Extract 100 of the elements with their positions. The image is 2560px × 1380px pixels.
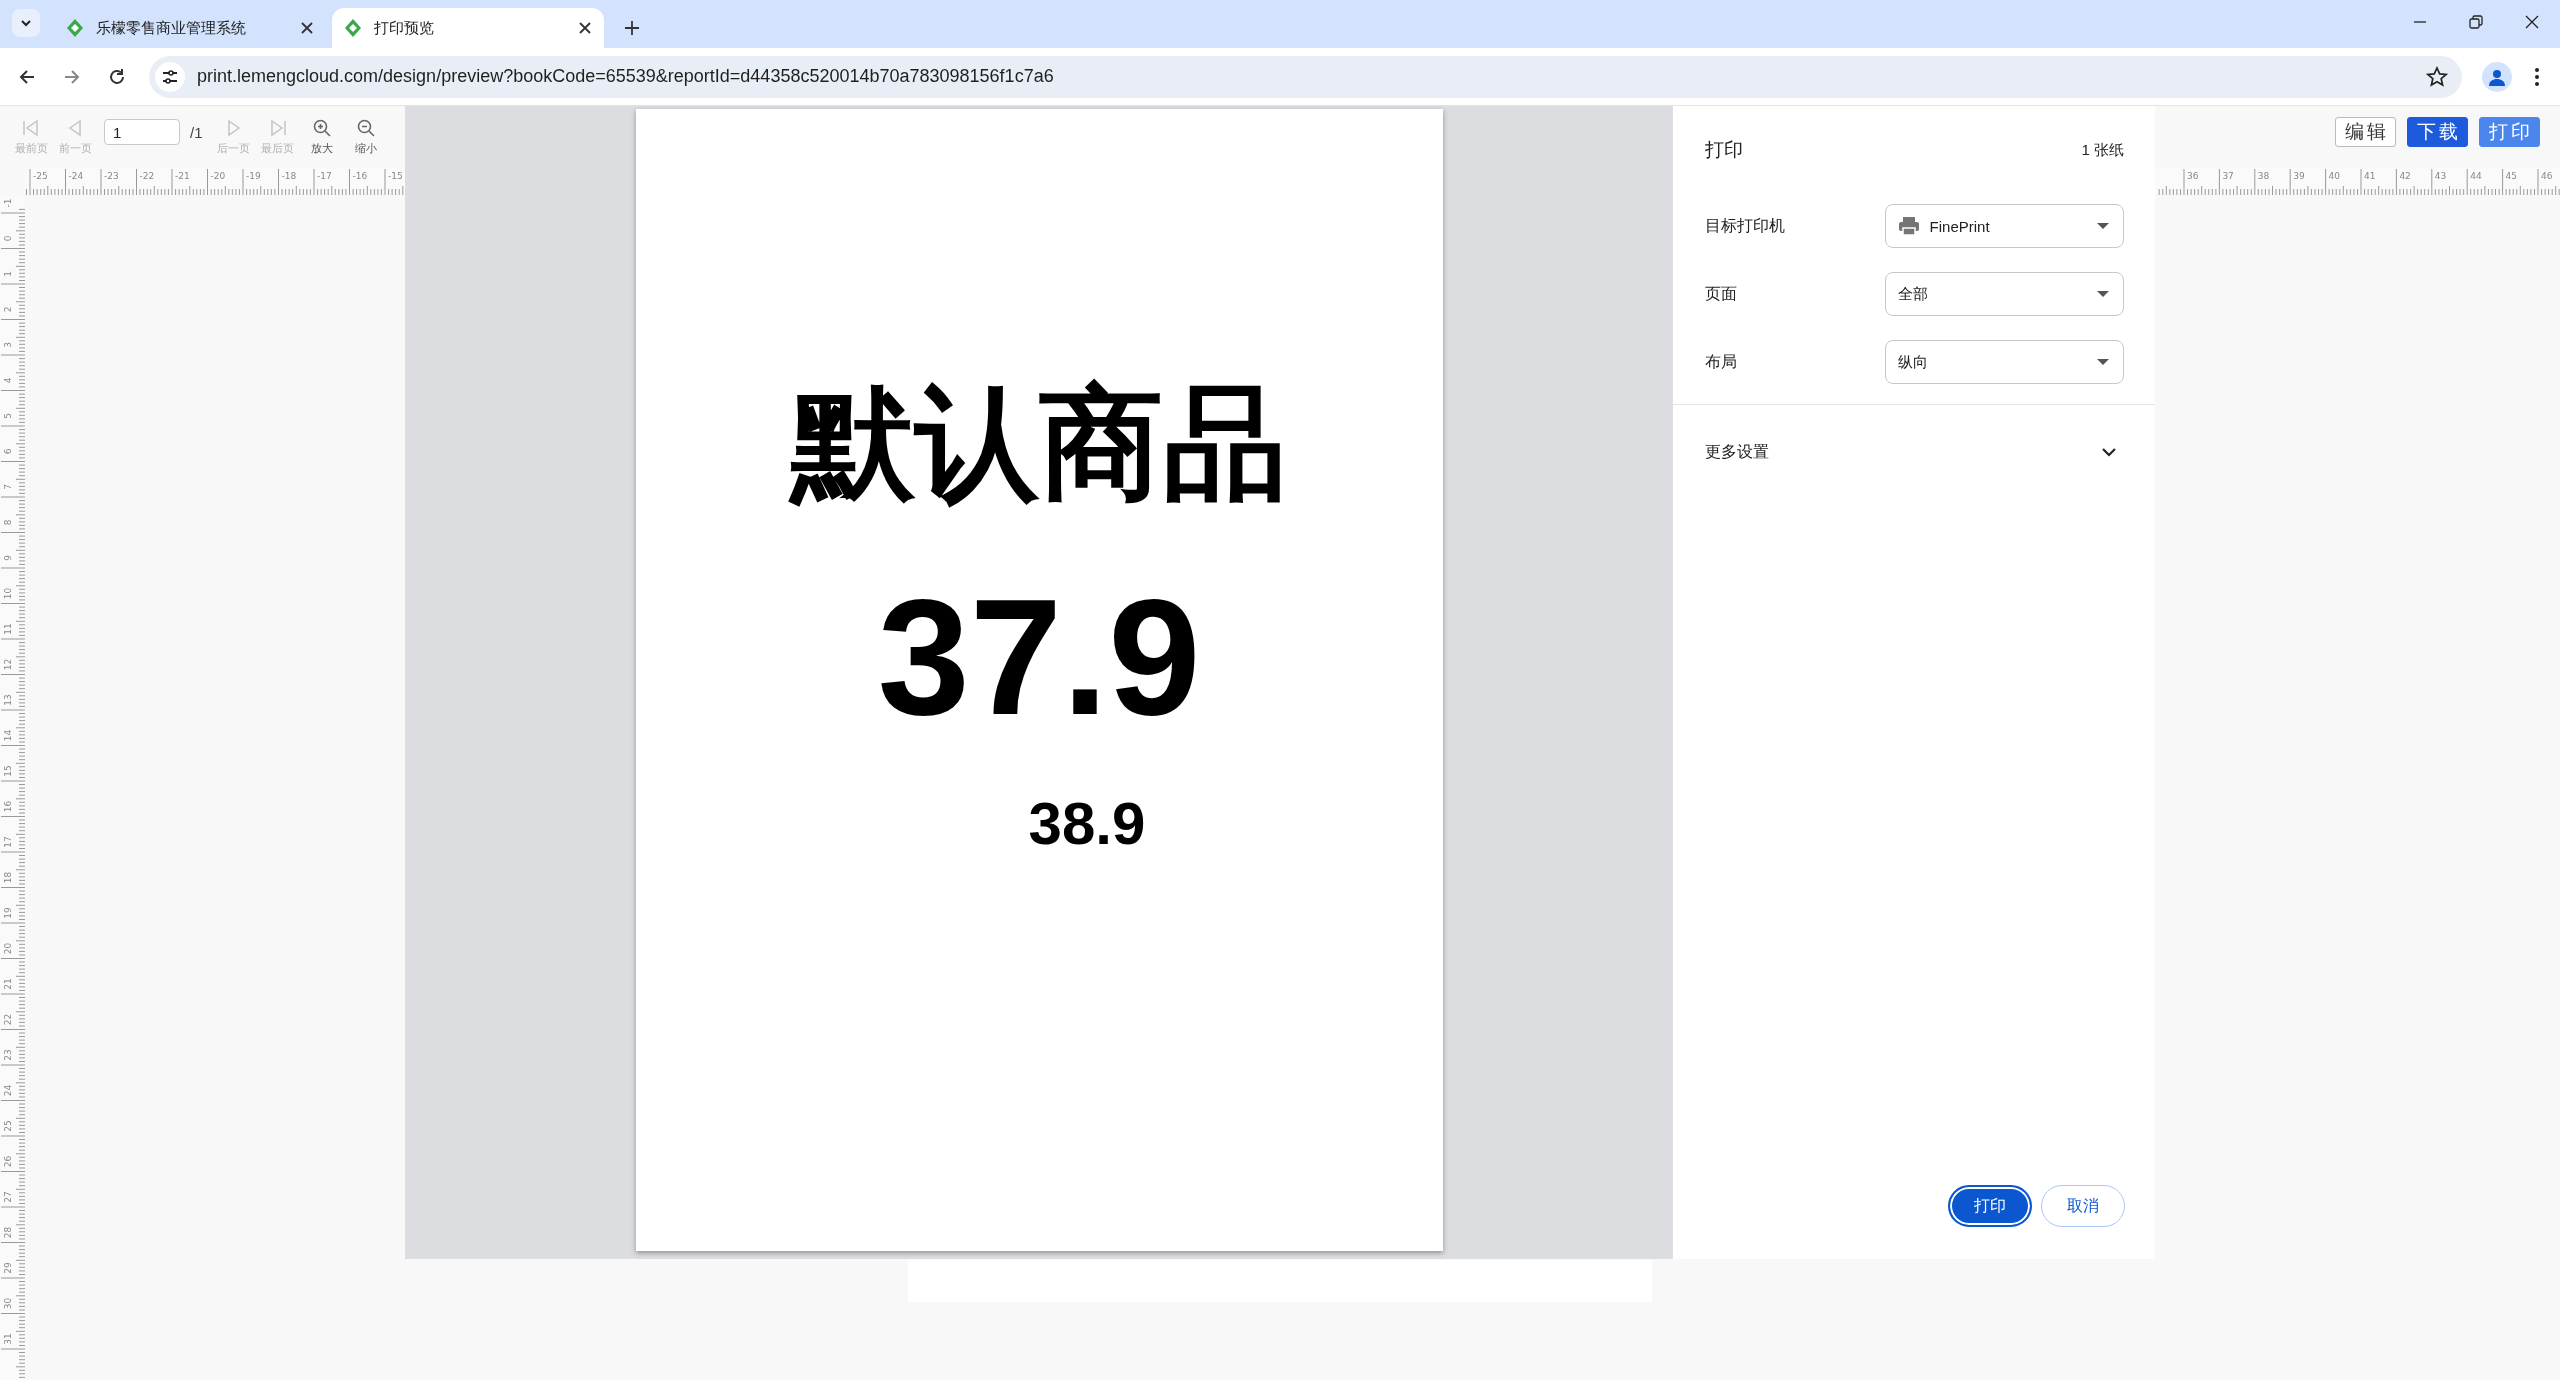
ruler-label: 31: [3, 1333, 13, 1345]
toolbar-button[interactable]: 缩小: [346, 118, 385, 156]
ruler-label: 43: [2434, 171, 2447, 181]
dropdown[interactable]: 纵向: [1884, 340, 2124, 384]
page-number-field[interactable]: 1: [104, 119, 180, 145]
ruler-label: 2: [3, 306, 13, 313]
sheet-count: 1 张纸: [2081, 140, 2124, 160]
dropdown[interactable]: FinePrint: [1884, 204, 2124, 248]
ruler-label: 27: [3, 1191, 13, 1203]
ruler-label: 22: [3, 1013, 13, 1026]
more-menu-icon[interactable]: [2534, 66, 2540, 87]
dropdown[interactable]: 全部: [1884, 272, 2124, 316]
ruler-label: 16: [3, 800, 13, 813]
ruler-label: 3: [3, 342, 13, 348]
ruler-label: -1: [3, 198, 13, 208]
caret-down-icon: [2097, 222, 2109, 230]
ruler-label: -15: [388, 171, 403, 181]
ruler-label: -18: [281, 171, 297, 181]
ruler-label: 38: [2257, 171, 2270, 181]
page-total: /1: [190, 123, 203, 141]
ruler-label: 8: [3, 519, 13, 526]
ruler-label: 14: [3, 729, 13, 742]
ruler-label: 7: [3, 484, 13, 490]
toolbar-button[interactable]: 编辑: [2335, 117, 2396, 147]
tab-title: 打印预览: [374, 18, 435, 38]
setting-label: 布局: [1705, 351, 1738, 372]
site-info-button[interactable]: [155, 61, 185, 92]
ruler-label: 11: [3, 623, 13, 635]
tab-title: 乐檬零售商业管理系统: [96, 18, 247, 38]
ruler-label: 6: [3, 448, 13, 455]
reload-icon[interactable]: [107, 66, 127, 87]
ruler-label: -24: [68, 171, 84, 181]
url-text: print.lemengcloud.com/design/preview?bookCode=65539&reportId=d44358c520014b70a783098156f1c7a6: [197, 66, 1054, 87]
ruler-label: 0: [3, 235, 13, 242]
star-icon[interactable]: [2426, 65, 2448, 88]
ruler-label: 41: [2364, 171, 2376, 181]
ruler-label: 30: [3, 1297, 13, 1310]
ruler-label: 23: [3, 1049, 13, 1061]
close-icon[interactable]: [2524, 14, 2540, 30]
zoom-out-icon: [355, 118, 376, 138]
ruler-label: -22: [139, 171, 155, 181]
ruler-label: 15: [3, 765, 13, 777]
ruler-label: 25: [3, 1120, 13, 1132]
ruler-label: -19: [246, 171, 261, 181]
ruler-label: 13: [3, 694, 13, 706]
cancel-button[interactable]: 取消: [2041, 1185, 2125, 1227]
ruler-label: -16: [352, 171, 368, 181]
ruler-label: 9: [3, 555, 13, 561]
ruler-label: 17: [3, 836, 13, 848]
ruler-label: 19: [3, 907, 13, 919]
price-text: 37.9: [877, 565, 1201, 749]
ruler-label: 46: [2541, 171, 2553, 181]
profile-button[interactable]: [2482, 61, 2512, 92]
toolbar-button[interactable]: 放大: [302, 118, 341, 156]
ruler-label: -17: [317, 171, 332, 181]
ruler-label: 44: [2470, 171, 2482, 181]
ruler-label: 42: [2399, 171, 2411, 181]
ruler-label: 5: [3, 413, 13, 419]
ruler-label: 18: [3, 871, 13, 884]
ruler-label: 26: [3, 1155, 13, 1168]
ruler-label: 12: [3, 658, 13, 671]
printer-icon: [1897, 216, 1920, 236]
ruler-label: 4: [3, 377, 13, 384]
close-icon[interactable]: [300, 21, 314, 35]
ruler-label: 40: [2328, 171, 2341, 181]
ruler-label: 10: [3, 587, 13, 600]
sliders-icon: [161, 67, 179, 86]
ruler-label: 37: [2222, 171, 2234, 181]
ruler-label: -20: [210, 171, 226, 181]
caret-down-icon: [2097, 358, 2109, 366]
ruler-label: 1: [3, 271, 13, 277]
setting-label: 页面: [1705, 283, 1738, 304]
plus-icon: [624, 20, 640, 36]
toolbar-button[interactable]: 打印: [2479, 117, 2540, 147]
print-button[interactable]: 打印: [1948, 1185, 2032, 1227]
tab-search-button[interactable]: [12, 9, 40, 37]
panel-title: 打印: [1705, 138, 1743, 162]
ruler-label: 45: [2505, 171, 2518, 181]
price-text: 38.9: [1028, 789, 1146, 860]
skip-back-icon: [21, 118, 41, 138]
zoom-in-icon: [311, 118, 332, 138]
caret-down-icon: [2097, 290, 2109, 298]
ruler-label: 28: [3, 1226, 13, 1239]
close-icon[interactable]: [578, 21, 592, 35]
ruler-label: 36: [2187, 171, 2199, 181]
more-settings-toggle[interactable]: 更多设置: [1673, 405, 2155, 499]
ruler-label: 20: [3, 942, 13, 955]
ruler-label: 21: [3, 978, 13, 990]
restore-icon[interactable]: [2468, 14, 2484, 30]
ruler-label: 39: [2293, 171, 2305, 181]
ruler-label: -25: [33, 171, 48, 181]
browser-tab[interactable]: 乐檬零售商业管理系统: [54, 8, 326, 48]
ruler-label: 24: [3, 1084, 13, 1097]
ruler-label: 29: [3, 1262, 13, 1274]
browser-tab[interactable]: 打印预览: [332, 8, 604, 48]
ruler-label: -23: [104, 171, 119, 181]
ruler-label: -21: [175, 171, 190, 181]
toolbar-button[interactable]: 下载: [2407, 117, 2468, 147]
address-field[interactable]: print.lemengcloud.com/design/preview?bookCode=65539&reportId=d44358c520014b70a783098156f1c7a6: [149, 55, 2462, 98]
chevron-icon: [2101, 447, 2117, 457]
